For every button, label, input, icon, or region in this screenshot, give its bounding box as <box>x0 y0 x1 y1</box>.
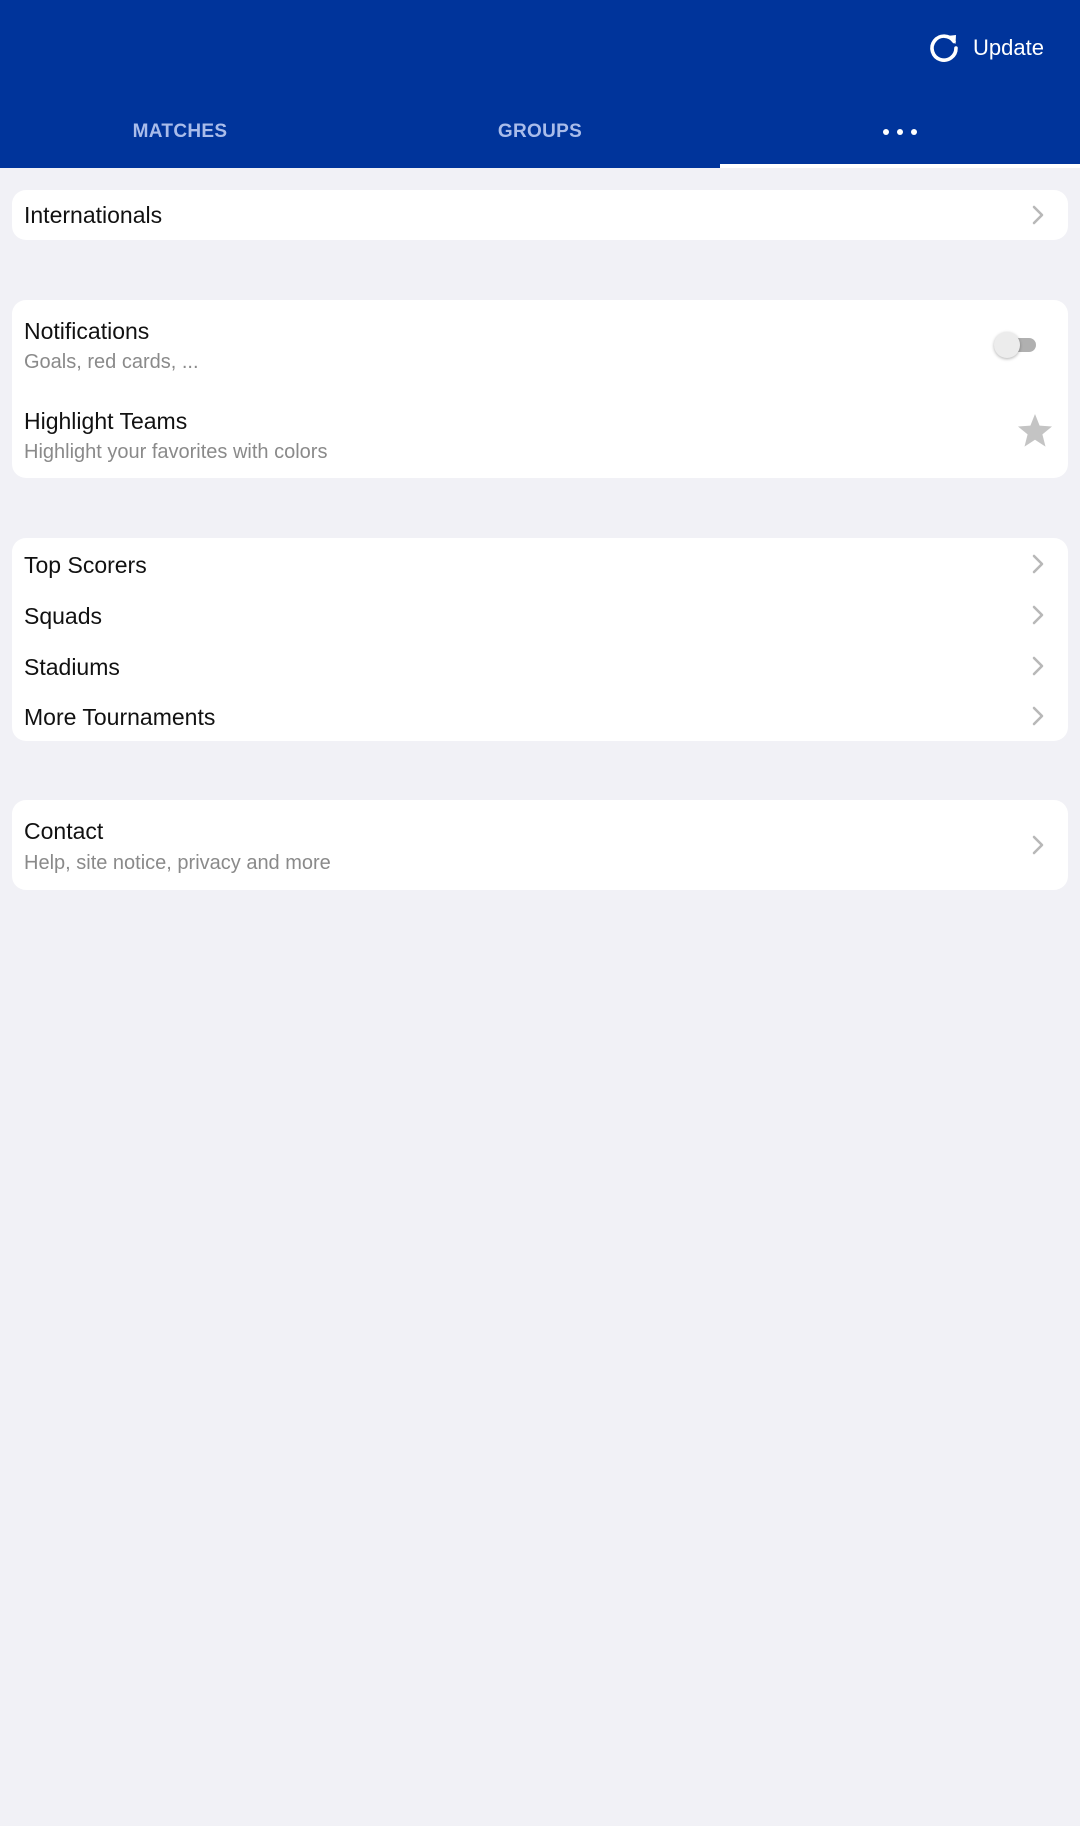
notifications-title: Notifications <box>24 318 150 344</box>
star-icon[interactable] <box>1016 412 1054 450</box>
tab-groups-label: GROUPS <box>497 121 583 142</box>
refresh-icon <box>930 34 958 62</box>
highlight-teams-title: Highlight Teams <box>24 408 188 434</box>
contact-subtitle: Help, site notice, privacy and more <box>24 852 331 874</box>
contact-row[interactable]: Contact Help, site notice, privacy and m… <box>12 800 1068 890</box>
top-scorers-row[interactable]: Top Scorers <box>12 538 1068 590</box>
top-scorers-title: Top Scorers <box>24 552 147 578</box>
highlight-teams-subtitle: Highlight your favorites with colors <box>24 441 328 463</box>
chevron-right-icon <box>1028 552 1048 576</box>
highlight-teams-row[interactable]: Highlight Teams Highlight your favorites… <box>12 388 1068 478</box>
preferences-card: Notifications Goals, red cards, ... High… <box>12 300 1068 478</box>
tab-matches[interactable]: MATCHES <box>0 96 360 168</box>
update-button[interactable]: Update <box>927 28 1044 68</box>
more-tournaments-row[interactable]: More Tournaments <box>12 692 1068 741</box>
contact-title: Contact <box>24 818 104 844</box>
chevron-right-icon <box>1028 603 1048 627</box>
contact-card: Contact Help, site notice, privacy and m… <box>12 800 1068 890</box>
chevron-right-icon <box>1028 203 1048 227</box>
notifications-subtitle: Goals, red cards, ... <box>24 351 199 373</box>
chevron-right-icon <box>1028 704 1048 728</box>
stadiums-row[interactable]: Stadiums <box>12 640 1068 692</box>
more-tournaments-title: More Tournaments <box>24 704 216 730</box>
tab-groups[interactable]: GROUPS <box>360 96 720 168</box>
tournament-links-card: Top Scorers Squads Stadiums More Tournam… <box>12 538 1068 741</box>
internationals-title: Internationals <box>24 202 163 228</box>
internationals-card: Internationals <box>12 190 1068 240</box>
app-header: Update MATCHES GROUPS <box>0 0 1080 168</box>
chevron-right-icon <box>1028 833 1048 857</box>
notifications-toggle[interactable] <box>994 332 1038 358</box>
squads-title: Squads <box>24 603 103 629</box>
tab-matches-label: MATCHES <box>132 121 228 142</box>
chevron-right-icon <box>1028 654 1048 678</box>
squads-row[interactable]: Squads <box>12 590 1068 640</box>
more-dots-icon <box>883 129 917 135</box>
notifications-row[interactable]: Notifications Goals, red cards, ... <box>12 300 1068 388</box>
internationals-row[interactable]: Internationals <box>12 190 1068 240</box>
tab-more[interactable] <box>720 96 1080 168</box>
stadiums-title: Stadiums <box>24 654 120 680</box>
update-label: Update <box>973 35 1044 60</box>
tab-bar: MATCHES GROUPS <box>0 96 1080 168</box>
